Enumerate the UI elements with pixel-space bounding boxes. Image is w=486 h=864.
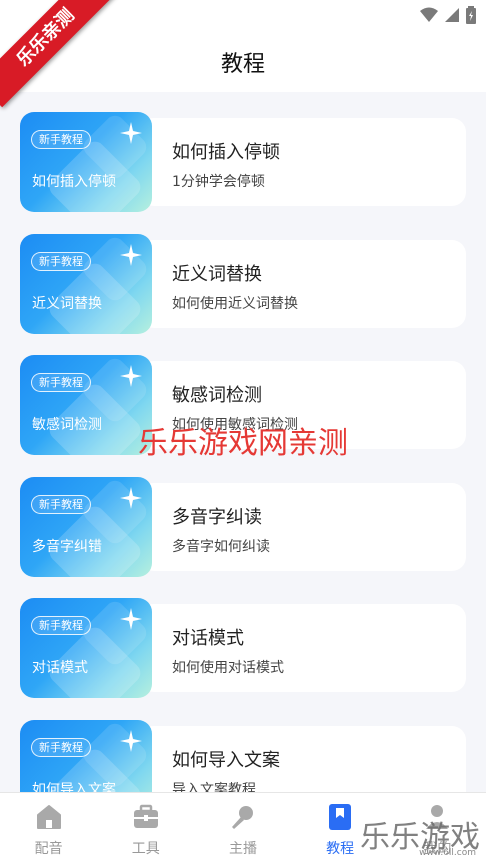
card-thumbnail: 新手教程 对话模式 bbox=[20, 598, 152, 698]
card-subtitle: 1分钟学会停顿 bbox=[172, 174, 265, 190]
tab-label: 主播 bbox=[228, 841, 257, 857]
watermark-url: www.6ll.com bbox=[419, 848, 476, 858]
thumbnail-title: 对话模式 bbox=[32, 660, 88, 676]
sparkle-icon bbox=[120, 730, 142, 752]
tutorial-card[interactable]: 新手教程 如何插入停顿 如何插入停顿 1分钟学会停顿 bbox=[20, 112, 466, 212]
tutorial-badge: 新手教程 bbox=[31, 373, 91, 392]
app-screen: 教程 新手教程 如何插入停顿 如何插入停顿 1分钟学会停顿 新手教程 近义词替换… bbox=[0, 0, 486, 864]
tutorial-card[interactable]: 新手教程 多音字纠错 多音字纠读 多音字如何纠读 bbox=[20, 477, 466, 577]
sparkle-icon bbox=[120, 365, 142, 387]
bookmark-icon bbox=[329, 804, 352, 830]
tutorial-badge: 新手教程 bbox=[31, 616, 91, 635]
signal-icon bbox=[445, 8, 459, 22]
tab-label: 配音 bbox=[34, 841, 63, 857]
tutorial-badge: 新手教程 bbox=[31, 252, 91, 271]
tutorial-card[interactable]: 新手教程 如何导入文案 如何导入文案 导入文案教程 bbox=[20, 720, 466, 792]
status-icons bbox=[420, 6, 476, 24]
thumbnail-title: 近义词替换 bbox=[32, 296, 102, 312]
card-title: 多音字纠读 bbox=[172, 507, 262, 528]
thumbnail-title: 多音字纠错 bbox=[32, 539, 102, 555]
sparkle-icon bbox=[120, 487, 142, 509]
tab-label: 工具 bbox=[131, 841, 160, 857]
card-title: 如何插入停顿 bbox=[172, 142, 280, 163]
sparkle-icon bbox=[120, 122, 142, 144]
thumbnail-title: 如何插入停顿 bbox=[32, 174, 116, 190]
card-subtitle: 如何使用对话模式 bbox=[172, 660, 284, 676]
tab-anchor[interactable]: 主播 bbox=[194, 793, 291, 864]
tutorial-card[interactable]: 新手教程 近义词替换 近义词替换 如何使用近义词替换 bbox=[20, 234, 466, 334]
tutorial-badge: 新手教程 bbox=[31, 738, 91, 757]
card-thumbnail: 新手教程 如何插入停顿 bbox=[20, 112, 152, 212]
page-title: 教程 bbox=[220, 52, 265, 77]
tab-dubbing[interactable]: 配音 bbox=[0, 793, 97, 864]
battery-icon bbox=[466, 6, 476, 24]
tutorial-card[interactable]: 新手教程 对话模式 对话模式 如何使用对话模式 bbox=[20, 598, 466, 698]
card-thumbnail: 新手教程 多音字纠错 bbox=[20, 477, 152, 577]
card-subtitle: 如何使用近义词替换 bbox=[172, 296, 298, 312]
card-thumbnail: 新手教程 如何导入文案 bbox=[20, 720, 152, 792]
sparkle-icon bbox=[120, 244, 142, 266]
thumbnail-title: 如何导入文案 bbox=[32, 782, 116, 792]
wifi-icon bbox=[420, 7, 438, 22]
sparkle-icon bbox=[120, 608, 142, 630]
microphone-icon bbox=[231, 806, 253, 829]
card-thumbnail: 新手教程 近义词替换 bbox=[20, 234, 152, 334]
watermark-text: 乐乐游戏网亲测 bbox=[138, 426, 348, 461]
card-subtitle: 多音字如何纠读 bbox=[172, 539, 270, 555]
card-title: 如何导入文案 bbox=[172, 750, 280, 771]
card-subtitle: 导入文案教程 bbox=[172, 782, 256, 792]
home-icon bbox=[36, 805, 61, 829]
page-header: 教程 bbox=[0, 32, 486, 92]
toolbox-icon bbox=[133, 804, 158, 828]
thumbnail-title: 敏感词检测 bbox=[32, 417, 102, 433]
card-title: 敏感词检测 bbox=[172, 385, 262, 406]
tutorial-badge: 新手教程 bbox=[31, 495, 91, 514]
card-thumbnail: 新手教程 敏感词检测 bbox=[20, 355, 152, 455]
card-title: 对话模式 bbox=[172, 628, 244, 649]
tab-tools[interactable]: 工具 bbox=[97, 793, 194, 864]
card-title: 近义词替换 bbox=[172, 264, 262, 285]
tutorial-badge: 新手教程 bbox=[31, 130, 91, 149]
